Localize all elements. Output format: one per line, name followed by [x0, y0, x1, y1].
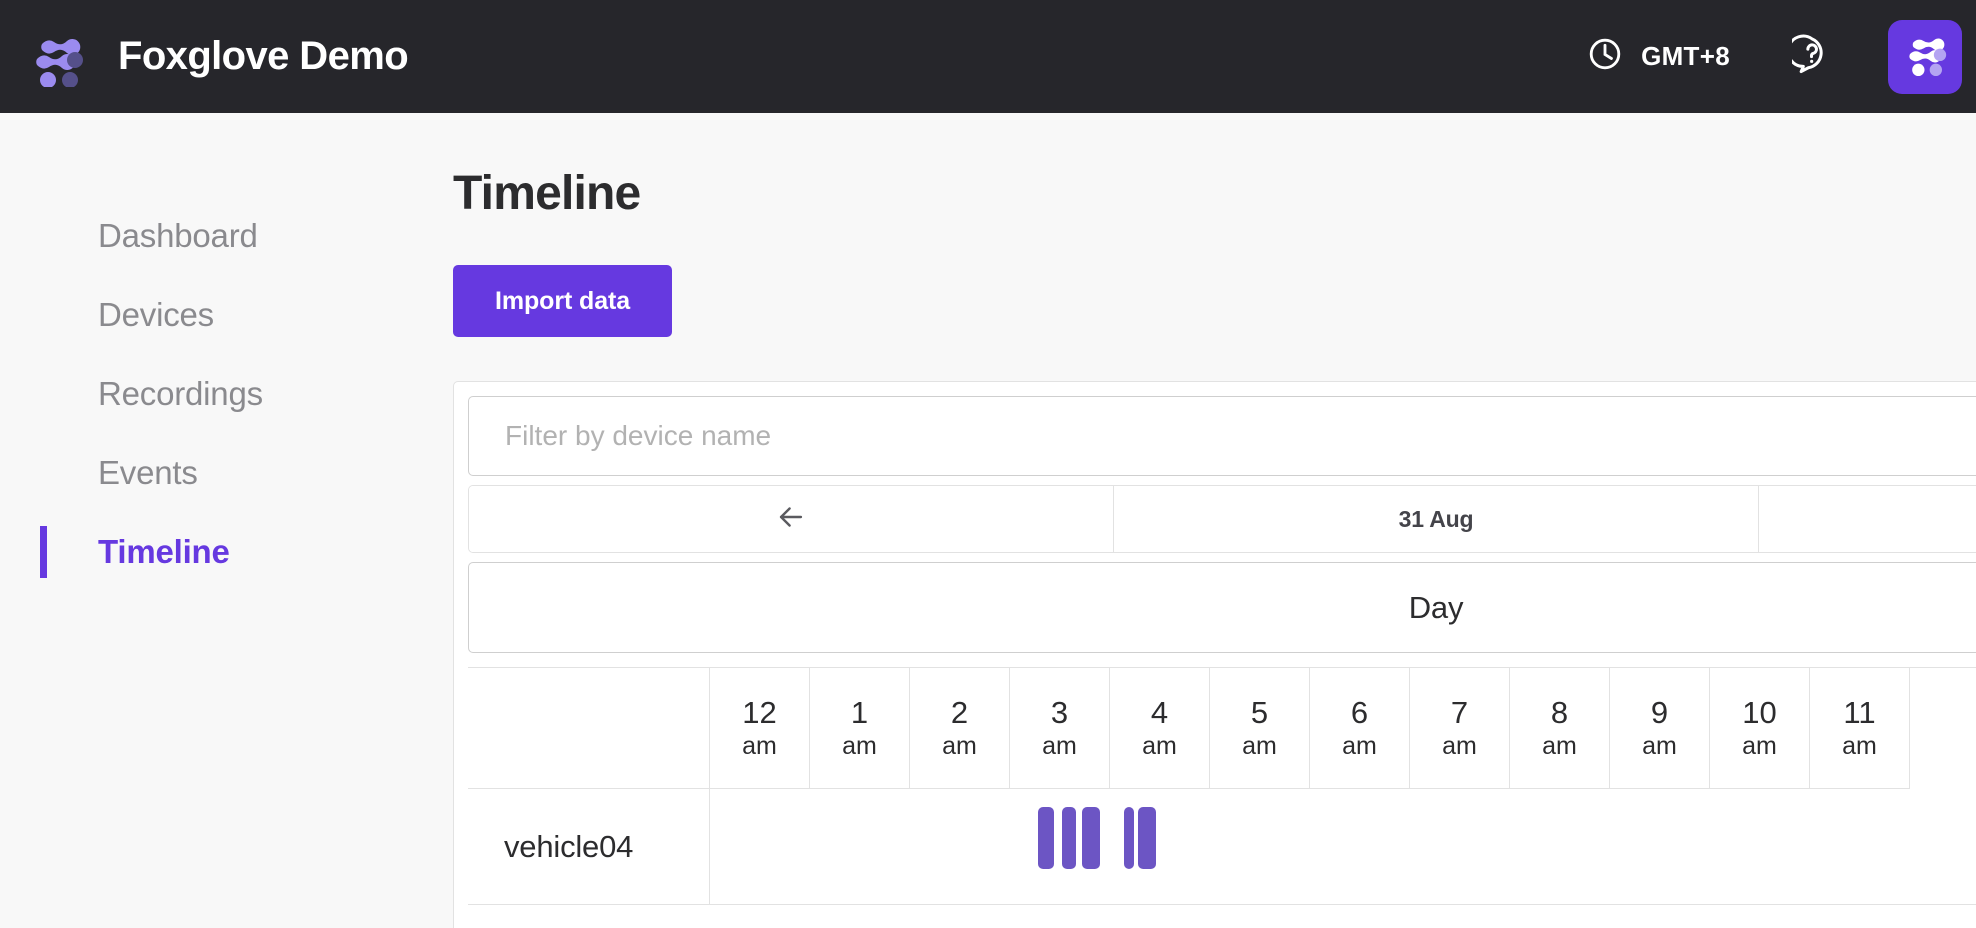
arrow-left-icon [774, 500, 808, 539]
brand[interactable]: Foxglove Demo [0, 27, 409, 88]
hour-column-header: 6 am [1310, 668, 1410, 789]
hour-meridiem: am [1542, 732, 1577, 760]
hour-meridiem: am [1642, 732, 1677, 760]
hour-meridiem: am [742, 732, 777, 760]
table-row[interactable]: vehicle04 [468, 789, 1976, 905]
hour-number: 11 [1843, 695, 1876, 730]
current-date-button[interactable]: 31 Aug [1113, 486, 1758, 552]
sidebar-item-recordings[interactable]: Recordings [0, 354, 453, 433]
sidebar-item-events[interactable]: Events [0, 433, 453, 512]
hour-meridiem: am [942, 732, 977, 760]
avatar[interactable] [1888, 19, 1962, 94]
hour-number: 2 [950, 695, 969, 730]
timeline-corner-cell [468, 668, 710, 789]
hour-column-header: 7 am [1410, 668, 1510, 789]
hour-column-header: 3 am [1010, 668, 1110, 789]
hour-number: 6 [1350, 695, 1369, 730]
sidebar-item-dashboard[interactable]: Dashboard [0, 196, 453, 275]
range-select-value: Day [1408, 589, 1464, 625]
hour-number: 12 [742, 695, 777, 730]
next-day-button[interactable] [1758, 486, 1976, 552]
hour-meridiem: am [842, 732, 877, 760]
device-filter-input[interactable] [468, 396, 1976, 476]
hour-meridiem: am [1442, 732, 1477, 760]
sidebar-item-devices[interactable]: Devices [0, 275, 453, 354]
hour-number: 7 [1450, 695, 1469, 730]
hour-column-header: 4 am [1110, 668, 1210, 789]
sidebar-item-timeline[interactable]: Timeline [0, 512, 453, 591]
current-date-label: 31 Aug [1398, 505, 1474, 532]
hour-meridiem: am [1242, 732, 1277, 760]
hour-meridiem: am [1842, 732, 1877, 760]
page-body: Dashboard Devices Recordings Events Time… [0, 113, 1976, 928]
hour-meridiem: am [1742, 732, 1777, 760]
hour-meridiem: am [1342, 732, 1377, 760]
timeline-panel: 31 Aug Day [453, 381, 1976, 928]
hour-column-header: 11 am [1810, 668, 1910, 789]
timeline-grid: 12 am 1 am 2 am 3 am 4 am 5 am 6 am 7 am… [468, 667, 1976, 905]
device-timeline-track[interactable] [710, 789, 1976, 905]
previous-day-button[interactable] [469, 486, 1113, 552]
hour-column-header: 2 am [910, 668, 1010, 789]
foxglove-logo-icon [28, 27, 88, 88]
range-select[interactable]: Day [468, 562, 1976, 653]
hour-number: 3 [1050, 695, 1069, 730]
hour-meridiem: am [1042, 732, 1077, 760]
recording-segment[interactable] [1138, 807, 1156, 869]
timezone-label: GMT+8 [1641, 41, 1730, 71]
help-button[interactable] [1786, 34, 1832, 79]
recording-segment[interactable] [1062, 807, 1076, 869]
hour-number: 9 [1650, 695, 1669, 730]
sidebar-item-label: Devices [98, 295, 214, 333]
hour-number: 8 [1550, 695, 1569, 730]
timeline-grid-scroll[interactable]: 12 am 1 am 2 am 3 am 4 am 5 am 6 am 7 am… [454, 667, 1976, 927]
page-title: Timeline [453, 167, 641, 220]
app-title: Foxglove Demo [118, 34, 409, 78]
sidebar-item-label: Timeline [98, 532, 230, 570]
app-header: Foxglove Demo GMT+8 [0, 0, 1976, 113]
foxglove-avatar-icon [1900, 29, 1950, 84]
hour-column-header: 12 am [710, 668, 810, 789]
active-indicator-bar [40, 526, 47, 578]
help-circle-icon [1786, 34, 1832, 79]
hour-column-header: 8 am [1510, 668, 1610, 789]
hour-column-header: 10 am [1710, 668, 1810, 789]
sidebar-item-label: Recordings [98, 374, 263, 412]
recording-segment[interactable] [1038, 807, 1054, 869]
hour-number: 5 [1250, 695, 1269, 730]
recording-segment[interactable] [1082, 807, 1100, 869]
timeline-header-row: 12 am 1 am 2 am 3 am 4 am 5 am 6 am 7 am… [468, 667, 1976, 789]
recording-segment[interactable] [1124, 807, 1134, 869]
hour-meridiem: am [1142, 732, 1177, 760]
import-data-button[interactable]: Import data [453, 265, 673, 337]
hour-number: 10 [1742, 695, 1777, 730]
main-content: Timeline Import data 31 Aug [453, 113, 1976, 928]
sidebar-item-label: Dashboard [98, 216, 258, 254]
sidebar: Dashboard Devices Recordings Events Time… [0, 113, 453, 928]
hour-column-header: 9 am [1610, 668, 1710, 789]
hour-column-header: 5 am [1210, 668, 1310, 789]
device-name-cell: vehicle04 [468, 789, 710, 905]
clock-icon [1587, 36, 1623, 77]
hour-column-header: 1 am [810, 668, 910, 789]
hour-number: 4 [1150, 695, 1169, 730]
device-name: vehicle04 [504, 828, 634, 864]
timezone-button[interactable]: GMT+8 [1587, 36, 1730, 77]
header-actions: GMT+8 [1587, 0, 1976, 113]
sidebar-item-label: Events [98, 453, 198, 491]
date-navigation: 31 Aug [468, 485, 1976, 553]
hour-number: 1 [850, 695, 869, 730]
